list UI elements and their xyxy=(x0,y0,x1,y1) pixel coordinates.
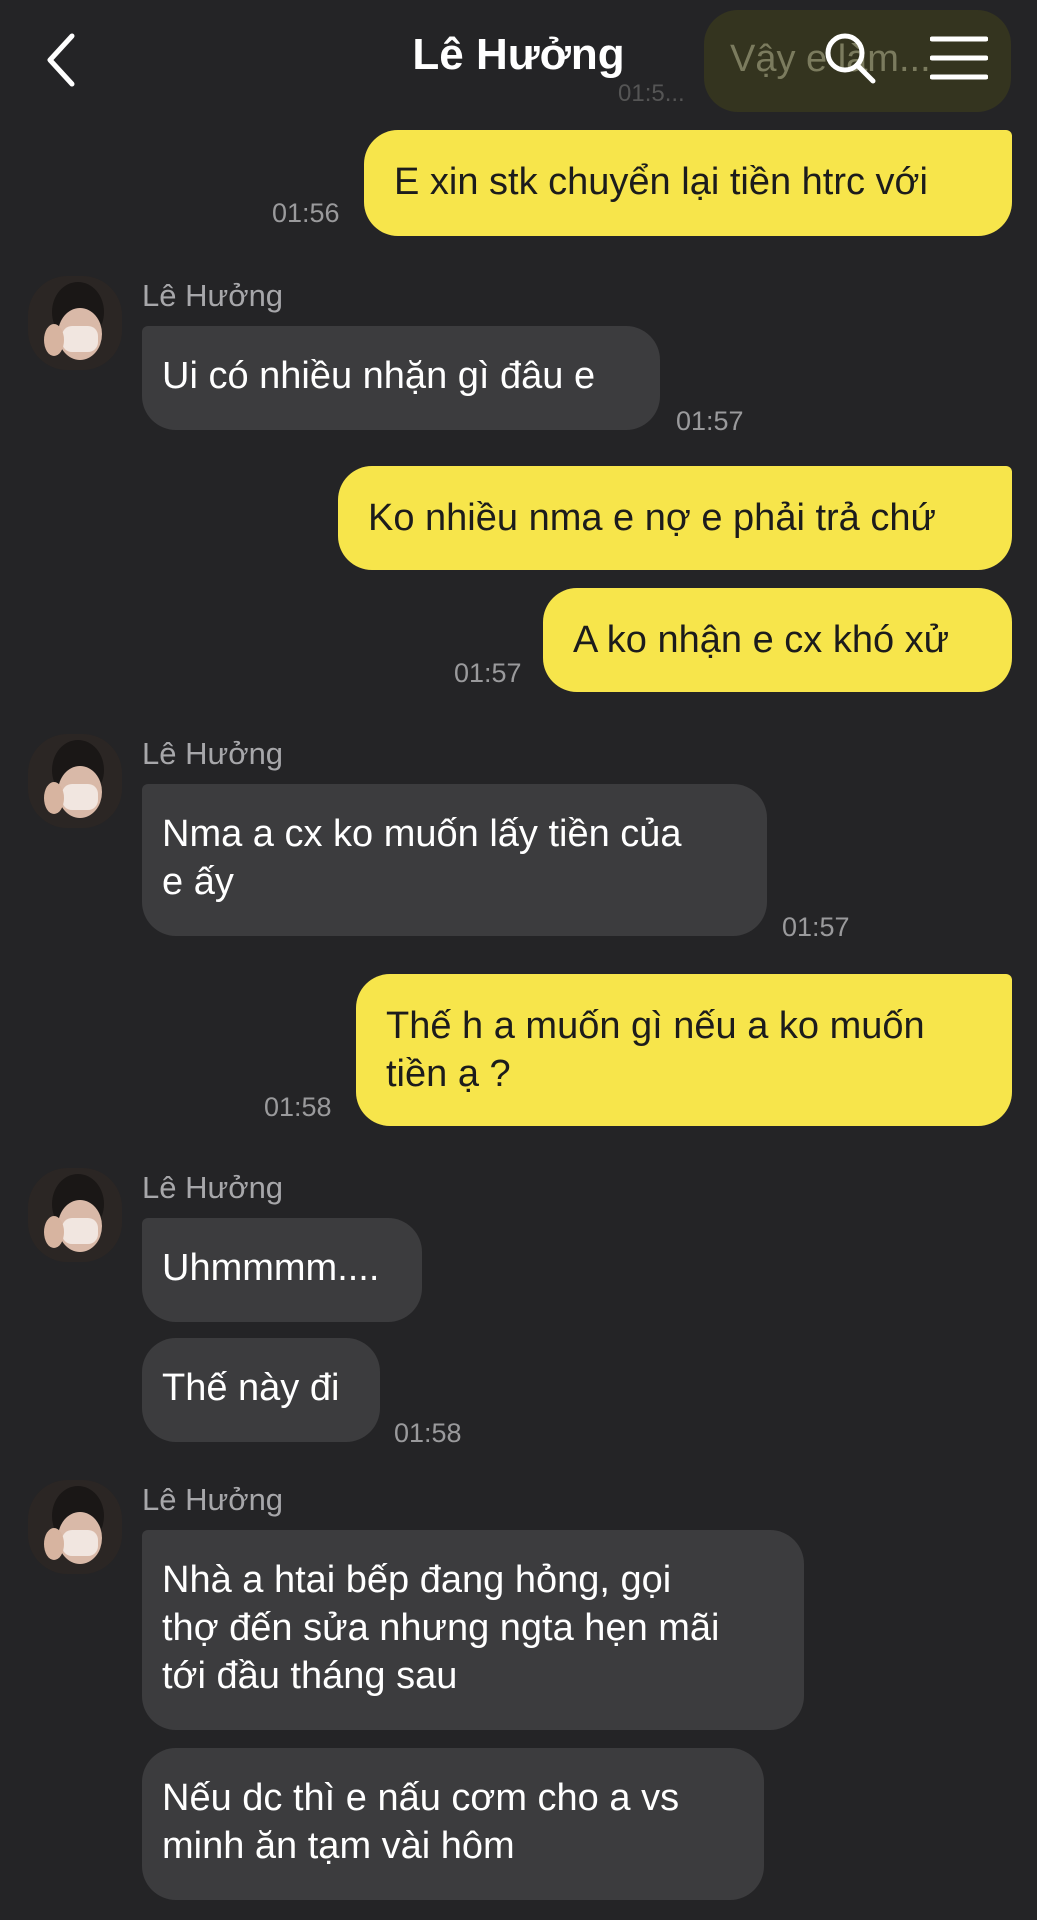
outgoing-message[interactable]: A ko nhận e cx khó xử xyxy=(543,588,1012,692)
chat-title: Lê Hưởng xyxy=(412,30,625,79)
avatar[interactable] xyxy=(28,734,122,828)
message-text-line: tiền ạ ? xyxy=(386,1053,511,1095)
message-time: 01:56 xyxy=(272,198,340,228)
message-text: Ko nhiều nma e nợ e phải trả chứ xyxy=(368,497,936,539)
sender-name: Lê Hưởng xyxy=(142,736,284,771)
search-icon[interactable] xyxy=(822,30,878,86)
message-text: A ko nhận e cx khó xử xyxy=(573,619,950,661)
avatar[interactable] xyxy=(28,1480,122,1574)
sender-name: Lê Hưởng xyxy=(142,1170,284,1205)
incoming-message[interactable]: Ui có nhiều nhặn gì đâu e xyxy=(142,326,660,430)
incoming-message[interactable]: Thế này đi xyxy=(142,1338,380,1442)
message-text: Ui có nhiều nhặn gì đâu e xyxy=(162,355,596,397)
message-time: 01:57 xyxy=(782,912,850,942)
message-text-line: thợ đến sửa nhưng ngta hẹn mãi xyxy=(162,1607,720,1649)
outgoing-message[interactable]: Thế h a muốn gì nếu a ko muốn tiền ạ ? xyxy=(356,974,1012,1126)
incoming-message[interactable]: Nma a cx ko muốn lấy tiền của e ấy xyxy=(142,784,767,936)
chat-header: Vậy e làm... 01:5... Lê Hưởng xyxy=(0,0,1037,120)
background-message-time: 01:5... xyxy=(618,80,685,107)
message-time: 01:58 xyxy=(394,1418,462,1448)
avatar[interactable] xyxy=(28,276,122,370)
message-time: 01:58 xyxy=(264,1092,332,1122)
message-time: 01:57 xyxy=(676,406,744,436)
message-time: 01:57 xyxy=(454,658,522,688)
message-text: Uhmmmm.... xyxy=(162,1247,380,1289)
sender-name: Lê Hưởng xyxy=(142,278,284,313)
outgoing-message[interactable]: Ko nhiều nma e nợ e phải trả chứ xyxy=(338,466,1012,570)
menu-icon[interactable] xyxy=(930,34,988,82)
message-text-line: Thế h a muốn gì nếu a ko muốn xyxy=(386,1005,925,1047)
avatar[interactable] xyxy=(28,1168,122,1262)
message-text-line: Nhà a htai bếp đang hỏng, gọi xyxy=(162,1559,672,1601)
sender-name: Lê Hưởng xyxy=(142,1482,284,1517)
message-text: E xin stk chuyển lại tiền htrc với xyxy=(394,161,928,203)
incoming-message[interactable]: Uhmmmm.... xyxy=(142,1218,422,1322)
outgoing-message[interactable]: E xin stk chuyển lại tiền htrc với xyxy=(364,130,1012,236)
message-text-line: tới đầu tháng sau xyxy=(162,1655,458,1697)
message-text-line: Nếu dc thì e nấu cơm cho a vs xyxy=(162,1777,680,1819)
message-text-line: Nma a cx ko muốn lấy tiền của xyxy=(162,813,682,855)
message-text-line: e ấy xyxy=(162,861,234,903)
message-text-line: minh ăn tạm vài hôm xyxy=(162,1825,515,1867)
message-text: Thế này đi xyxy=(162,1367,340,1409)
incoming-message[interactable]: Nếu dc thì e nấu cơm cho a vs minh ăn tạ… xyxy=(142,1748,764,1900)
incoming-message[interactable]: Nhà a htai bếp đang hỏng, gọi thợ đến sử… xyxy=(142,1530,804,1730)
